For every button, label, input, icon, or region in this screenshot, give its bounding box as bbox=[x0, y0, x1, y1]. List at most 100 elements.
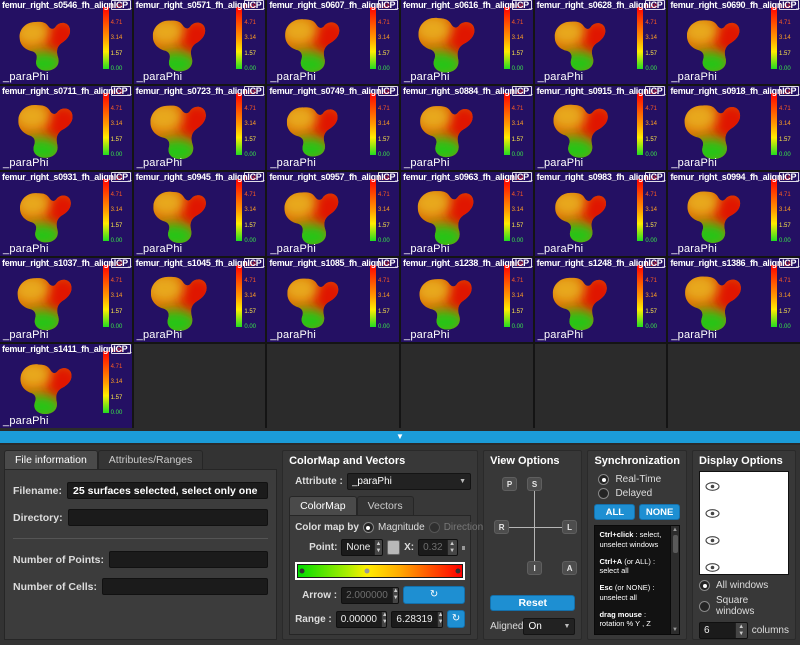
surface-viewport[interactable]: femur_right_s0607_fh_alignICP_ 6.28 4.71 3… bbox=[267, 0, 399, 84]
surface-render-area[interactable]: 6.28 4.71 3.14 1.57 0.00 _paraPhi bbox=[668, 176, 800, 256]
view-superior-button[interactable]: S bbox=[527, 477, 543, 491]
surface-viewport[interactable]: femur_right_s0884_fh_alignICP_ 6.28 4.71 3… bbox=[401, 86, 533, 170]
colorbar[interactable]: 6.28 4.71 3.14 1.57 0.00 bbox=[102, 262, 127, 330]
view-posterior-button[interactable]: P bbox=[502, 477, 518, 491]
surface-render-area[interactable]: 6.28 4.71 3.14 1.57 0.00 _paraPhi bbox=[134, 90, 266, 170]
femur-mesh[interactable] bbox=[541, 186, 631, 249]
surface-viewport[interactable]: femur_right_s1045_fh_alignICP_ 6.28 4.71 3… bbox=[133, 258, 266, 342]
surface-viewport[interactable]: femur_right_s0711_fh_alignICP_ 6.28 4.71 3… bbox=[0, 86, 132, 170]
surface-render-area[interactable]: 6.28 4.71 3.14 1.57 0.00 _paraPhi bbox=[0, 176, 132, 256]
femur-mesh[interactable] bbox=[3, 269, 100, 338]
colorbar[interactable]: 6.28 4.71 3.14 1.57 0.00 bbox=[236, 262, 260, 330]
colorbar[interactable]: 6.28 4.71 3.14 1.57 0.00 bbox=[370, 4, 394, 72]
scroll-up-icon[interactable]: ▲ bbox=[672, 527, 678, 533]
surface-viewport[interactable]: femur_right_s0546_fh_alignICP_ 6.28 4.71 3… bbox=[0, 0, 132, 84]
colorbar[interactable]: 6.28 4.71 3.14 1.57 0.00 bbox=[503, 262, 528, 330]
spin-arrows-icon[interactable]: ▲ ▼ bbox=[380, 611, 387, 627]
surface-render-area[interactable]: 6.28 4.71 3.14 1.57 0.00 _paraPhi bbox=[267, 90, 399, 170]
surface-render-area[interactable]: 6.28 4.71 3.14 1.57 0.00 _paraPhi bbox=[267, 176, 399, 256]
surface-viewport[interactable]: femur_right_s0983_fh_alignICP_ 6.28 4.71 3… bbox=[534, 172, 667, 256]
colorbar[interactable]: 6.28 4.71 3.14 1.57 0.00 bbox=[102, 4, 127, 72]
femur-mesh[interactable] bbox=[673, 183, 768, 251]
surface-render-area[interactable]: 6.28 4.71 3.14 1.57 0.00 _paraPhi bbox=[267, 4, 399, 84]
colorbar[interactable]: 6.28 4.71 3.14 1.57 0.00 bbox=[370, 262, 394, 330]
aligned-combobox[interactable]: On ▼ bbox=[523, 618, 576, 635]
femur-mesh[interactable] bbox=[670, 96, 770, 167]
colorbar[interactable]: 6.28 4.71 3.14 1.57 0.00 bbox=[771, 90, 795, 158]
femur-mesh[interactable] bbox=[138, 184, 232, 251]
surface-viewport[interactable]: femur_right_s1238_fh_alignICP_ 6.28 4.71 3… bbox=[401, 258, 533, 342]
delayed-radio[interactable] bbox=[598, 488, 610, 499]
view-inferior-button[interactable]: I bbox=[527, 561, 543, 575]
attribute-combobox[interactable]: _paraPhi ▼ bbox=[346, 473, 472, 490]
colorbar[interactable]: 6.28 4.71 3.14 1.57 0.00 bbox=[771, 176, 795, 244]
surface-render-area[interactable]: 6.28 4.71 3.14 1.57 0.00 _paraPhi bbox=[535, 90, 667, 170]
tab-file-information[interactable]: File information bbox=[4, 450, 98, 469]
x-spinbox[interactable]: 0.32 ▲ ▼ bbox=[418, 539, 458, 556]
tab-attributes-ranges[interactable]: Attributes/Ranges bbox=[97, 450, 204, 469]
colorbar[interactable]: 6.28 4.71 3.14 1.57 0.00 bbox=[503, 4, 528, 72]
reset-view-button[interactable]: Reset bbox=[490, 595, 576, 611]
range-max-spinbox[interactable]: 6.28319 ▲ ▼ bbox=[391, 610, 444, 628]
colorbar[interactable]: 6.28 4.71 3.14 1.57 0.00 bbox=[637, 262, 661, 330]
point-color-swatch[interactable] bbox=[386, 540, 401, 555]
surface-viewport[interactable]: femur_right_s0571_fh_alignICP_ 6.28 4.71 3… bbox=[133, 0, 266, 84]
view-anterior-button[interactable]: A bbox=[562, 561, 578, 575]
colorbar[interactable]: 6.28 4.71 3.14 1.57 0.00 bbox=[102, 176, 127, 244]
surface-viewport[interactable]: femur_right_s0931_fh_alignICP_ 6.28 4.71 3… bbox=[0, 172, 132, 256]
femur-mesh[interactable] bbox=[405, 269, 500, 337]
arrow-reset-button[interactable]: ↻ bbox=[403, 586, 466, 604]
colorbar[interactable]: 6.28 4.71 3.14 1.57 0.00 bbox=[637, 90, 661, 158]
help-scrollbar[interactable]: ▲ ▼ bbox=[670, 526, 679, 634]
surface-render-area[interactable]: 6.28 4.71 3.14 1.57 0.00 _paraPhi bbox=[668, 262, 800, 342]
surface-render-area[interactable]: 6.28 4.71 3.14 1.57 0.00 _paraPhi bbox=[401, 90, 533, 170]
colorbar[interactable]: 6.28 4.71 3.14 1.57 0.00 bbox=[236, 4, 260, 72]
femur-mesh[interactable] bbox=[139, 13, 232, 78]
direction-radio[interactable] bbox=[428, 522, 440, 533]
eye-icon[interactable] bbox=[705, 536, 720, 545]
surface-viewport[interactable]: femur_right_s1386_fh_alignICP_ 6.28 4.71 3… bbox=[668, 258, 800, 342]
tab-colormap[interactable]: ColorMap bbox=[289, 496, 357, 515]
surface-viewport[interactable]: femur_right_s1085_fh_alignICP_ 6.28 4.71 3… bbox=[267, 258, 399, 342]
scrollbar-thumb[interactable] bbox=[672, 535, 678, 553]
surface-render-area[interactable]: 6.28 4.71 3.14 1.57 0.00 _paraPhi bbox=[401, 176, 533, 256]
femur-mesh[interactable] bbox=[671, 268, 770, 337]
colorbar[interactable]: 6.28 4.71 3.14 1.57 0.00 bbox=[102, 348, 127, 416]
colorbar[interactable]: 6.28 4.71 3.14 1.57 0.00 bbox=[102, 90, 127, 158]
colorbar[interactable]: 6.28 4.71 3.14 1.57 0.00 bbox=[236, 90, 260, 158]
square-windows-radio[interactable] bbox=[699, 600, 710, 612]
femur-mesh[interactable] bbox=[674, 13, 766, 76]
spin-arrows-icon[interactable]: ▲ ▼ bbox=[391, 587, 399, 603]
collapse-panel-icon[interactable]: ▼ bbox=[396, 433, 404, 441]
surface-viewport[interactable]: femur_right_s1037_fh_alignICP_ 6.28 4.71 3… bbox=[0, 258, 132, 342]
surface-viewport[interactable]: femur_right_s0915_fh_alignICP_ 6.28 4.71 3… bbox=[534, 86, 667, 170]
surface-render-area[interactable]: 6.28 4.71 3.14 1.57 0.00 _paraPhi bbox=[267, 262, 399, 342]
colorbar[interactable]: 6.28 4.71 3.14 1.57 0.00 bbox=[771, 4, 795, 72]
femur-mesh[interactable] bbox=[137, 269, 235, 336]
surface-render-area[interactable]: 6.28 4.71 3.14 1.57 0.00 _paraPhi bbox=[535, 262, 667, 342]
surface-render-area[interactable]: 6.28 4.71 3.14 1.57 0.00 _paraPhi bbox=[0, 262, 132, 342]
tab-vectors[interactable]: Vectors bbox=[356, 496, 414, 515]
surface-viewport[interactable]: femur_right_s1411_fh_alignICP_ 6.28 4.71 3… bbox=[0, 344, 132, 428]
spin-arrows-icon[interactable]: ▲ ▼ bbox=[446, 540, 457, 555]
surface-render-area[interactable]: 6.28 4.71 3.14 1.57 0.00 _paraPhi bbox=[668, 90, 800, 170]
colorbar[interactable]: 6.28 4.71 3.14 1.57 0.00 bbox=[503, 176, 528, 244]
gradient-handle-mid[interactable] bbox=[364, 568, 370, 574]
surface-render-area[interactable]: 6.28 4.71 3.14 1.57 0.00 _paraPhi bbox=[535, 4, 667, 84]
femur-mesh[interactable] bbox=[6, 12, 98, 78]
all-windows-radio[interactable] bbox=[699, 580, 710, 591]
femur-mesh[interactable] bbox=[7, 186, 96, 247]
surface-viewport[interactable]: femur_right_s0628_fh_alignICP_ 6.28 4.71 3… bbox=[534, 0, 667, 84]
surface-viewport[interactable]: femur_right_s0918_fh_alignICP_ 6.28 4.71 3… bbox=[668, 86, 800, 170]
colormap-gradient-editor[interactable] bbox=[295, 562, 466, 580]
gradient-handle-left[interactable] bbox=[299, 568, 305, 574]
surface-viewport[interactable]: femur_right_s0957_fh_alignICP_ 6.28 4.71 3… bbox=[267, 172, 399, 256]
spin-arrows-icon[interactable]: ▲ ▼ bbox=[374, 540, 382, 555]
surface-viewport[interactable]: femur_right_s0723_fh_alignICP_ 6.28 4.71 3… bbox=[133, 86, 266, 170]
colorbar[interactable]: 6.28 4.71 3.14 1.57 0.00 bbox=[771, 262, 795, 330]
surface-render-area[interactable]: 6.28 4.71 3.14 1.57 0.00 _paraPhi bbox=[668, 4, 800, 84]
surface-viewport[interactable]: femur_right_s0945_fh_alignICP_ 6.28 4.71 3… bbox=[133, 172, 266, 256]
surface-viewport[interactable]: femur_right_s0994_fh_alignICP_ 6.28 4.71 3… bbox=[668, 172, 800, 256]
femur-mesh[interactable] bbox=[541, 13, 632, 77]
surface-render-area[interactable]: 6.28 4.71 3.14 1.57 0.00 _paraPhi bbox=[401, 4, 533, 84]
